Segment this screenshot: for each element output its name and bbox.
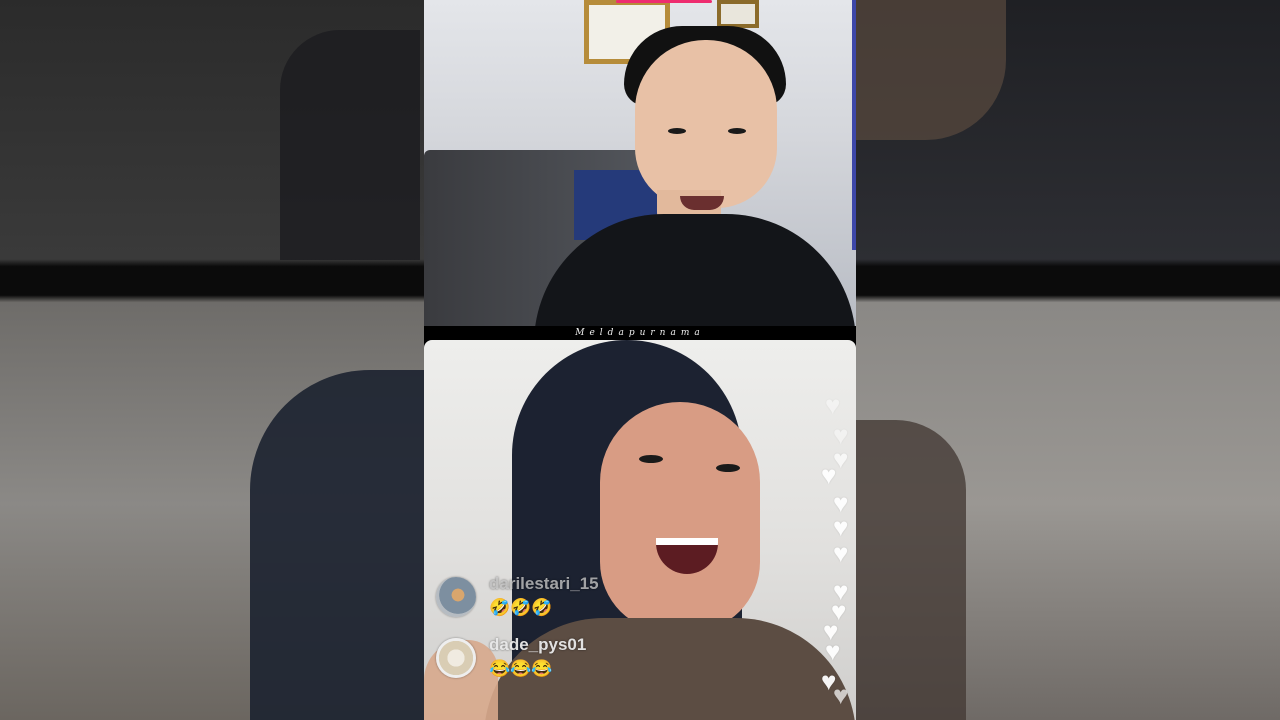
- comment-item[interactable]: darilestari_15 🤣🤣🤣: [436, 574, 696, 619]
- heart-icon: ♥: [833, 512, 849, 542]
- live-indicator-bar: [616, 0, 712, 3]
- host-video[interactable]: [424, 0, 856, 326]
- host-face: [635, 40, 777, 208]
- watermark-text: Meldapurnama: [575, 328, 705, 338]
- avatar[interactable]: [436, 637, 476, 678]
- comment-body: darilestari_15 🤣🤣🤣: [489, 574, 599, 619]
- live-comments: darilestari_15 🤣🤣🤣 dade_pys01 😂😂😂: [436, 574, 696, 696]
- comment-username[interactable]: dade_pys01: [489, 635, 586, 655]
- live-stream-frame: Meldapurnama darilestari_15 🤣🤣🤣 dade_pys…: [424, 0, 856, 720]
- heart-icon: ♥: [825, 636, 841, 666]
- floating-hearts: ♥ ♥ ♥ ♥ ♥ ♥ ♥ ♥ ♥ ♥ ♥ ♥ ♥: [819, 392, 856, 720]
- blur-shape: [250, 370, 424, 720]
- heart-icon: ♥: [825, 390, 841, 420]
- heart-icon: ♥: [833, 680, 849, 710]
- heart-icon: ♥: [821, 460, 837, 490]
- blurred-background-right: [856, 0, 1280, 720]
- blur-shape: [280, 30, 420, 260]
- edge-strip: [852, 0, 856, 250]
- guest-eye: [639, 455, 663, 463]
- comment-body: dade_pys01 😂😂😂: [489, 635, 586, 680]
- comment-text: 😂😂😂: [489, 659, 553, 678]
- wall-frame: [717, 0, 759, 28]
- host-eye: [728, 128, 746, 134]
- host-eye: [668, 128, 686, 134]
- comment-text: 🤣🤣🤣: [489, 598, 553, 617]
- blur-shape: [856, 420, 966, 720]
- blur-shape: [856, 0, 1006, 140]
- heart-icon: ♥: [833, 538, 849, 568]
- blurred-background-left: [0, 0, 424, 720]
- comment-username[interactable]: darilestari_15: [489, 574, 599, 594]
- guest-eye: [716, 464, 740, 472]
- comment-item[interactable]: dade_pys01 😂😂😂: [436, 635, 696, 680]
- avatar[interactable]: [436, 576, 476, 617]
